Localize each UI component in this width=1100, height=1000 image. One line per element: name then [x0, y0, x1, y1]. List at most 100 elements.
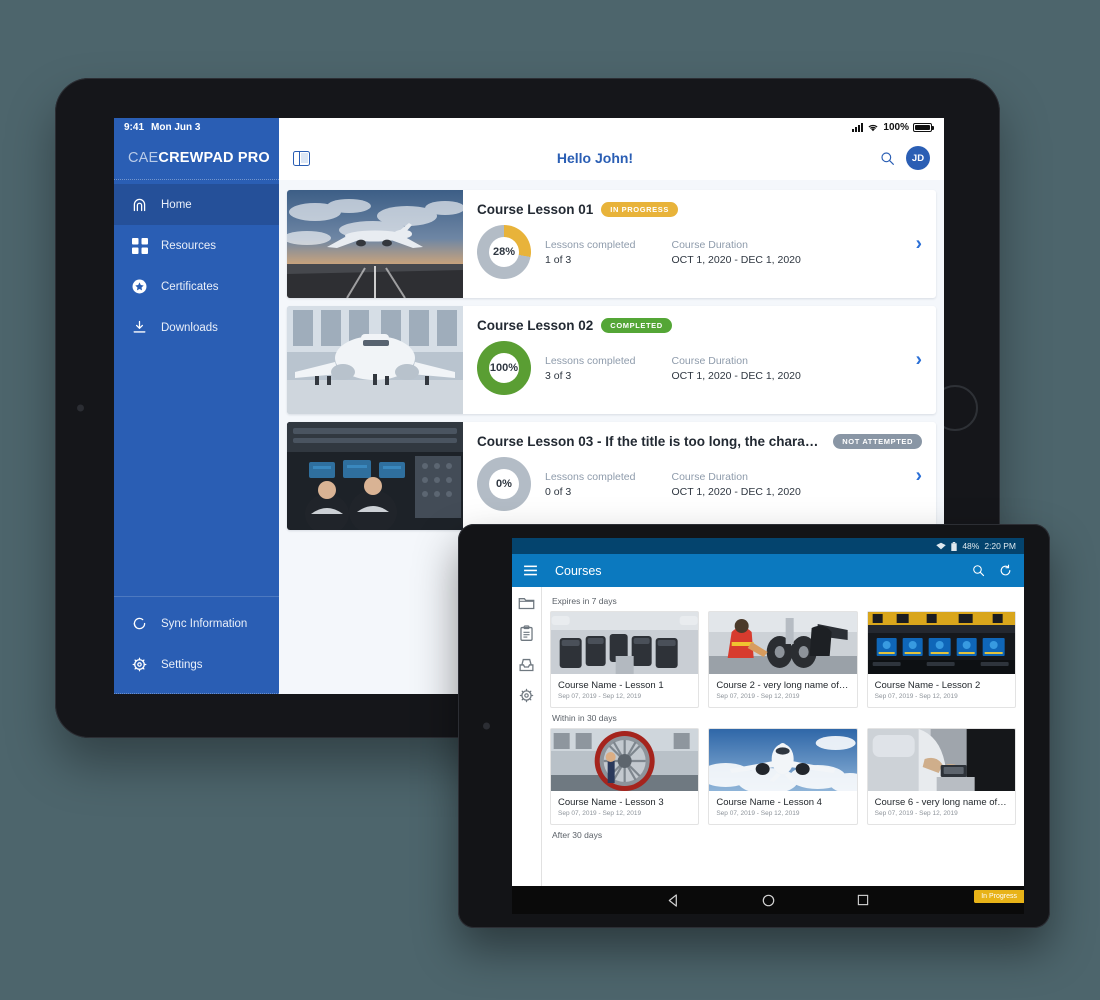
course-thumbnail-airplane-in-clouds: [709, 729, 857, 791]
inbox-tray-icon[interactable]: [518, 656, 535, 673]
refresh-icon[interactable]: [999, 564, 1012, 577]
hamburger-menu-icon[interactable]: [524, 565, 537, 576]
battery-icon: [913, 122, 934, 132]
sidebar: CAE CREWPAD PRO Home Resources Certifica…: [114, 136, 279, 694]
android-course-grid: Expires in 7 days Course Name - Lesson 1…: [542, 587, 1024, 903]
course-thumbnail-cockpit-crew: [287, 422, 463, 530]
lessons-completed-block: Lessons completed 3 of 3: [545, 355, 635, 382]
progress-donut: 0%: [477, 457, 531, 511]
avatar[interactable]: JD: [906, 146, 930, 170]
status-badge: COMPLETED: [601, 318, 672, 333]
course-duration-value: OCT 1, 2020 - DEC 1, 2020: [671, 485, 801, 498]
greeting-title: Hello John!: [556, 150, 634, 166]
home-circle-icon[interactable]: [762, 894, 775, 907]
progress-percent: 0%: [496, 478, 512, 490]
search-icon[interactable]: [880, 151, 895, 166]
android-page-title: Courses: [555, 563, 602, 578]
sidebar-item-label: Downloads: [161, 321, 218, 334]
course-thumbnail-passenger-laptop-cabin: [867, 729, 1015, 791]
course-grid-card[interactable]: Complete Course Name - Lesson 1 Sep 07, …: [550, 611, 1024, 903]
search-icon[interactable]: [972, 564, 985, 577]
star-badge-icon: [131, 278, 148, 295]
chevron-right-icon[interactable]: ›: [916, 235, 922, 254]
course-thumbnail-cabin-seats: [551, 612, 699, 674]
app-topbar: Hello John! JD: [279, 136, 944, 180]
android-camera: [483, 722, 490, 730]
course-group-row: Complete Course Name - Lesson 3 Sep 07, …: [550, 728, 1024, 903]
brand-main: CREWPAD PRO: [158, 149, 270, 166]
course-grid-card[interactable]: Failed Course Name - Lesson 4 Sep 07, 20…: [708, 728, 1024, 903]
course-title: Course Lesson 02: [477, 318, 594, 333]
sidebar-item-certificates[interactable]: Certificates: [114, 266, 279, 307]
course-name: Course Name - Lesson 4: [716, 797, 822, 808]
course-card[interactable]: Course Lesson 01 IN PROGRESS 28% Lessons…: [287, 190, 936, 298]
android-clock: 2:20 PM: [984, 541, 1016, 551]
course-card[interactable]: Course Lesson 03 - If the title is too l…: [287, 422, 936, 530]
sidebar-nav-primary: Home Resources Certificates Downloads: [114, 180, 279, 348]
course-grid-card[interactable]: In Progress Course 6 - very long name of…: [866, 728, 1024, 903]
progress-percent: 28%: [492, 246, 516, 258]
course-duration-label: Course Duration: [671, 470, 748, 483]
folder-icon[interactable]: [518, 594, 535, 611]
grid-icon: [131, 237, 148, 254]
sidebar-item-settings[interactable]: Settings: [114, 644, 279, 685]
app-brand: CAE CREWPAD PRO: [114, 136, 279, 180]
course-grid-card[interactable]: Failed Course Name - Lesson 2 Sep 07, 20…: [866, 611, 1024, 903]
course-grid-card[interactable]: In Progress Course 2 - very long name of…: [708, 611, 1024, 903]
status-date: Mon Jun 3: [151, 121, 201, 133]
lessons-completed-label: Lessons completed: [545, 238, 636, 251]
sidebar-nav-secondary: Sync Information Settings: [114, 597, 279, 694]
ipad-camera: [77, 404, 84, 412]
chevron-right-icon[interactable]: ›: [916, 467, 922, 486]
progress-donut: 28%: [477, 225, 531, 279]
android-screen: 48% 2:20 PM Courses Expires in 7 days Co…: [512, 538, 1024, 914]
home-icon: [131, 196, 148, 213]
group-label: Within in 30 days: [552, 713, 617, 723]
course-duration-block: Course Duration OCT 1, 2020 - DEC 1, 202…: [671, 355, 800, 382]
sync-icon: [131, 615, 148, 632]
gear-icon[interactable]: [518, 687, 535, 704]
course-duration-block: Course Duration OCT 1, 2020 - DEC 1, 202…: [671, 471, 800, 498]
sidebar-item-label: Sync Information: [161, 617, 248, 630]
course-duration-label: Course Duration: [671, 238, 748, 251]
back-triangle-icon[interactable]: [667, 893, 680, 907]
recents-square-icon[interactable]: [857, 894, 869, 906]
progress-donut: 100%: [477, 341, 531, 395]
sidebar-item-resources[interactable]: Resources: [114, 225, 279, 266]
group-label: Expires in 7 days: [552, 596, 617, 606]
course-name: Course 6 - very long name of the ..: [874, 797, 1015, 808]
status-time: 9:41: [124, 121, 145, 133]
course-thumbnail-landing-gear-technician: [709, 612, 857, 674]
android-status-bar: 48% 2:20 PM: [512, 538, 1024, 554]
brand-prefix: CAE: [128, 149, 159, 166]
sidebar-item-label: Certificates: [161, 280, 219, 293]
sidebar-item-home[interactable]: Home: [114, 184, 279, 225]
progress-percent: 100%: [489, 362, 519, 374]
android-icon-rail: [512, 587, 542, 886]
status-battery-percent: 100%: [883, 121, 909, 133]
course-grid-card[interactable]: Complete Course Name - Lesson 3 Sep 07, …: [550, 728, 1024, 903]
chevron-right-icon[interactable]: ›: [916, 351, 922, 370]
wifi-icon: [936, 542, 947, 550]
wifi-icon: [868, 124, 878, 131]
side-panel-icon[interactable]: [293, 150, 310, 166]
sidebar-item-sync-information[interactable]: Sync Information: [114, 603, 279, 644]
lessons-completed-label: Lessons completed: [545, 354, 636, 367]
sidebar-item-downloads[interactable]: Downloads: [114, 307, 279, 348]
lessons-completed-block: Lessons completed 1 of 3: [545, 239, 635, 266]
course-name: Course 2 - very long name of the ..: [716, 680, 857, 691]
status-badge: IN PROGRESS: [601, 202, 678, 217]
course-duration-label: Course Duration: [671, 354, 748, 367]
course-dates: Sep 07, 2019 - Sep 12, 2019: [558, 810, 642, 817]
course-dates: Sep 07, 2019 - Sep 12, 2019: [716, 810, 800, 817]
sidebar-spacer: [114, 348, 279, 597]
download-icon: [131, 319, 148, 336]
clipboard-icon[interactable]: [518, 625, 535, 642]
course-name: Course Name - Lesson 3: [558, 797, 664, 808]
course-dates: Sep 07, 2019 - Sep 12, 2019: [874, 693, 958, 700]
course-name: Course Name - Lesson 1: [558, 680, 664, 691]
course-card[interactable]: Course Lesson 02 COMPLETED 100% Lessons …: [287, 306, 936, 414]
course-duration-value: OCT 1, 2020 - DEC 1, 2020: [671, 253, 801, 266]
lessons-completed-label: Lessons completed: [545, 470, 636, 483]
cellular-signal-icon: [852, 122, 864, 132]
